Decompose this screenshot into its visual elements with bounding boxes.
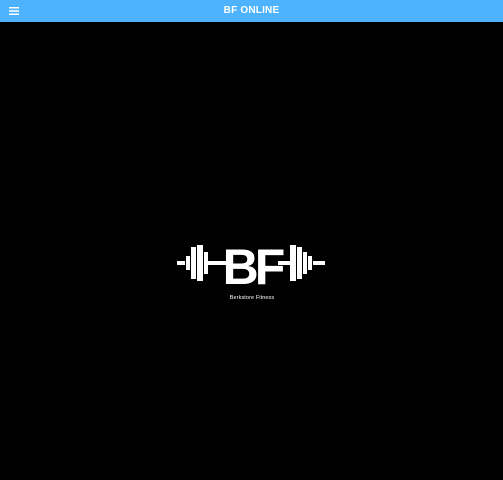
dumbbell-logo-icon: BF	[177, 239, 325, 294]
brand-logo: BF	[176, 234, 328, 294]
app-title: BF ONLINE	[223, 5, 280, 16]
splash-screen: BF Berkstore Fitness	[0, 22, 503, 480]
brand-caption: Berkstore Fitness	[229, 295, 275, 301]
app-window: BF ONLINE BF Berkstore Fitness	[0, 0, 503, 480]
top-app-bar: BF ONLINE	[0, 0, 503, 22]
logo-letters: BF	[223, 239, 284, 294]
